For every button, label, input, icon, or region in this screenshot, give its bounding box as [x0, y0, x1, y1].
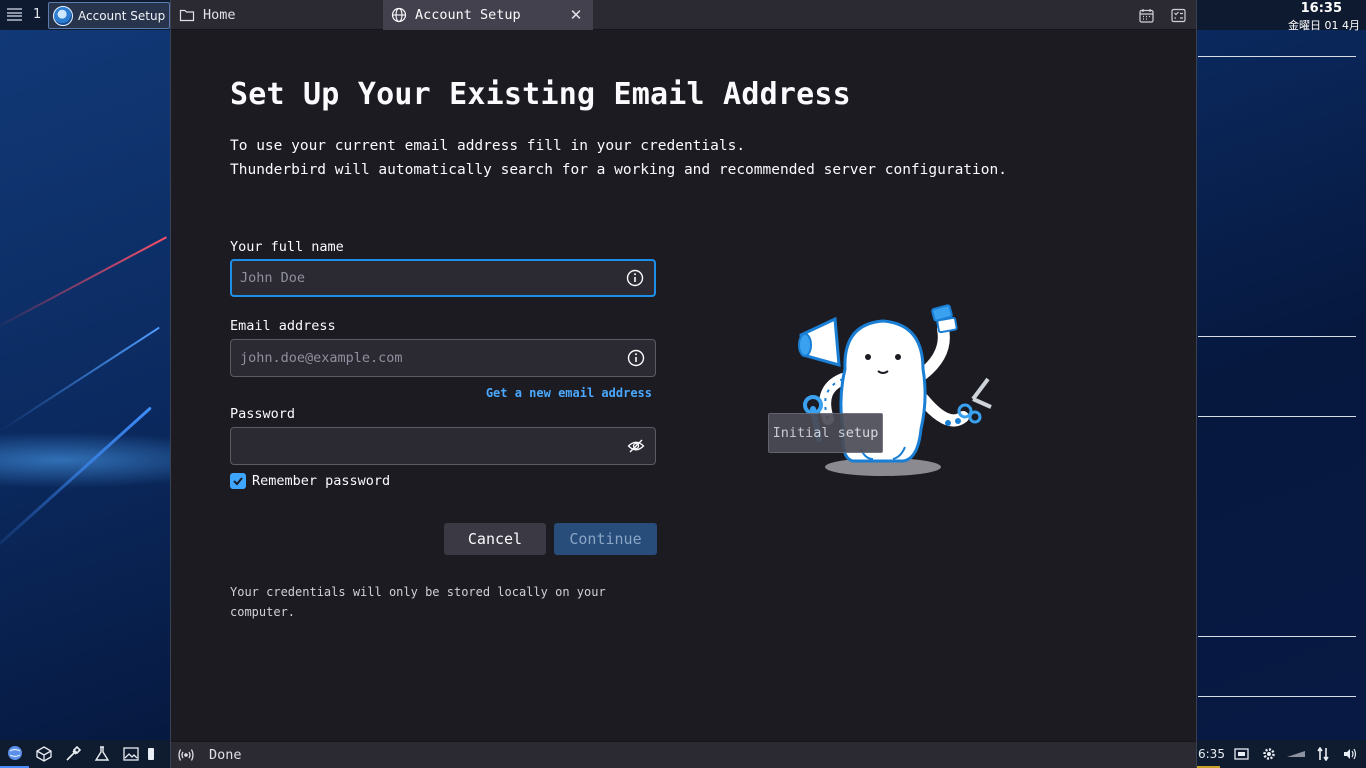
info-icon[interactable]	[626, 348, 646, 368]
tab-account-setup[interactable]: Account Setup ✕	[383, 0, 593, 30]
status-bar: Done	[171, 741, 1196, 768]
volume-icon[interactable]	[1336, 740, 1363, 768]
app-menu-icon[interactable]	[7, 8, 22, 21]
desktop-divider	[1198, 56, 1356, 57]
thunderbird-window: Home Account Setup ✕ Set Up Your Existin…	[170, 0, 1197, 768]
screenshot-icon[interactable]	[1228, 740, 1255, 768]
taskbar-task-label: Account Setup - M	[78, 8, 169, 23]
desktop-bottom-panel-launchers	[0, 740, 170, 768]
calendar-icon[interactable]	[1136, 5, 1156, 25]
remember-password-checkbox[interactable]	[230, 473, 246, 489]
browser-launcher-icon[interactable]	[0, 740, 29, 768]
remember-password-label: Remember password	[252, 473, 391, 489]
desktop-divider	[1198, 696, 1356, 697]
intro-line: To use your current email address fill i…	[230, 138, 746, 154]
cancel-button[interactable]: Cancel	[444, 523, 546, 555]
illustration-tooltip: Initial setup	[768, 413, 883, 453]
thunderbird-icon	[53, 5, 73, 26]
desktop-bottom-panel-tray: 6:35	[1196, 740, 1366, 768]
tab-label: Account Setup	[415, 7, 521, 23]
online-status-icon[interactable]	[178, 748, 194, 762]
clock-date: 金曜日 01 4月	[1288, 19, 1360, 32]
settings-gear-icon[interactable]	[1255, 740, 1282, 768]
clock-time[interactable]: 16:35	[1301, 1, 1342, 16]
desktop-divider	[1198, 416, 1356, 417]
color-picker-icon[interactable]	[58, 740, 87, 768]
battery-icon[interactable]	[1282, 740, 1309, 768]
tab-bar: Home Account Setup ✕	[171, 0, 1196, 30]
network-icon[interactable]	[1309, 740, 1336, 768]
cube-launcher-icon[interactable]	[29, 740, 58, 768]
desktop-divider	[1198, 636, 1356, 637]
email-label: Email address	[230, 318, 336, 334]
full-name-label: Your full name	[230, 239, 344, 255]
close-tab-icon[interactable]: ✕	[567, 6, 585, 24]
email-input[interactable]	[240, 350, 626, 366]
overflow-icon[interactable]	[145, 740, 157, 768]
full-name-input[interactable]	[240, 270, 625, 286]
page-title: Set Up Your Existing Email Address	[230, 77, 851, 112]
tray-clock[interactable]: 6:35	[1198, 747, 1228, 761]
tasks-icon[interactable]	[1168, 5, 1188, 25]
taskbar-task-thunderbird[interactable]: Account Setup - M	[48, 2, 170, 29]
continue-button[interactable]: Continue	[554, 523, 657, 555]
remember-password-row[interactable]: Remember password	[230, 473, 390, 489]
desktop-divider	[1198, 336, 1356, 337]
email-field[interactable]	[230, 339, 656, 377]
image-viewer-icon[interactable]	[116, 740, 145, 768]
account-setup-page: Set Up Your Existing Email Address To us…	[171, 31, 1196, 741]
status-text: Done	[209, 747, 242, 763]
folder-icon	[179, 9, 195, 22]
octopus-mascot-illustration	[798, 304, 992, 476]
full-name-field[interactable]	[230, 259, 656, 297]
workspace-indicator[interactable]: 1	[33, 7, 41, 22]
get-new-email-link[interactable]: Get a new email address	[486, 386, 652, 400]
show-password-icon[interactable]	[626, 436, 646, 456]
password-label: Password	[230, 406, 296, 422]
intro-line: Thunderbird will automatically search fo…	[230, 162, 1007, 178]
intro-text: To use your current email address fill i…	[230, 134, 1007, 182]
globe-icon	[391, 7, 407, 23]
flask-icon[interactable]	[87, 740, 116, 768]
credentials-footnote: Your credentials will only be stored loc…	[230, 585, 606, 619]
tab-home[interactable]: Home	[171, 0, 383, 30]
tab-label: Home	[203, 7, 236, 23]
password-input[interactable]	[240, 438, 626, 454]
password-field[interactable]	[230, 427, 656, 465]
info-icon[interactable]	[625, 268, 645, 288]
